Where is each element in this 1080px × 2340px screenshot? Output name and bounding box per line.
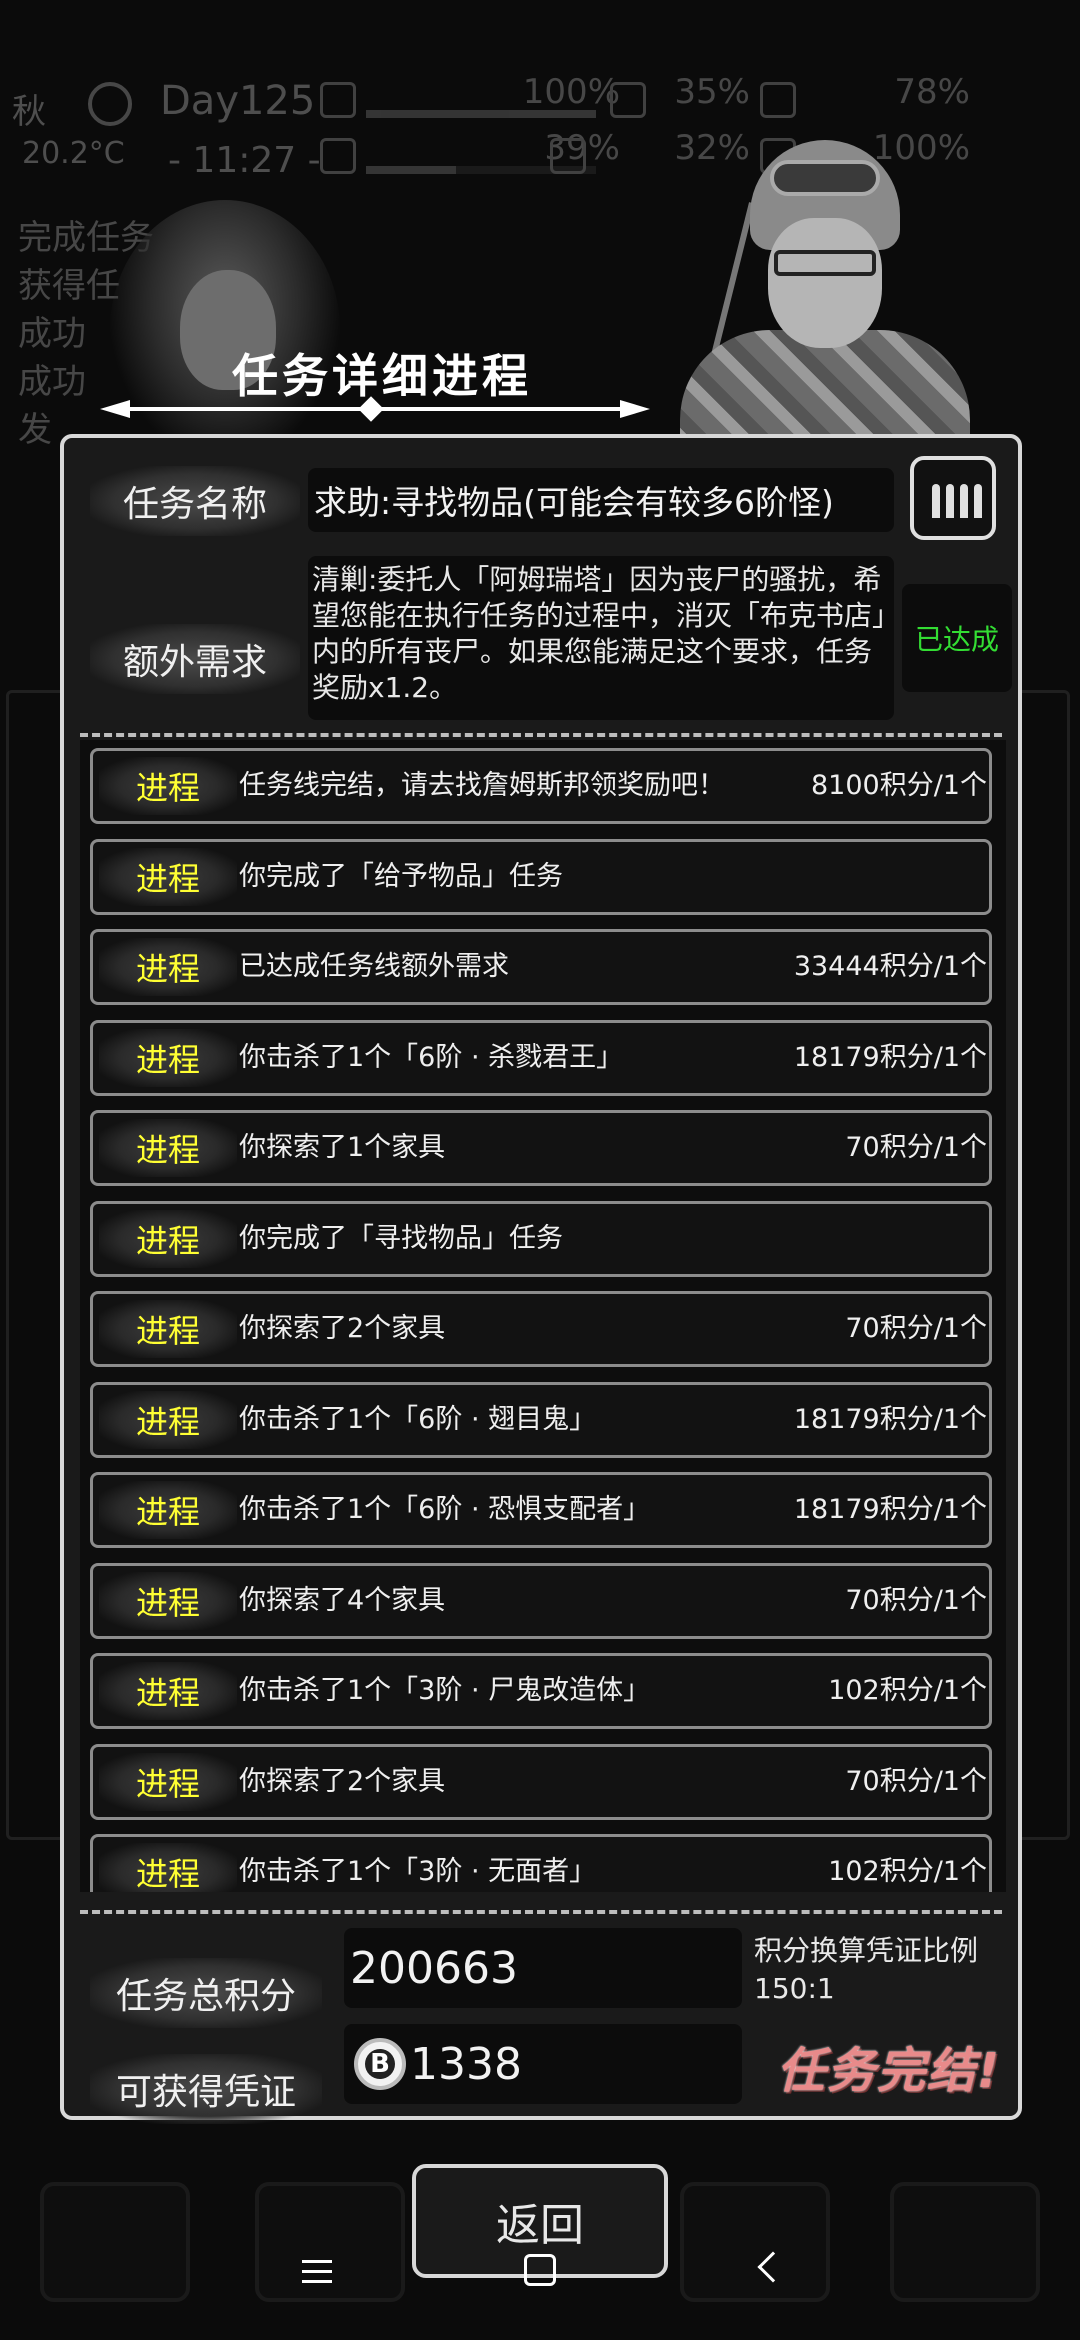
- coin-icon: B: [354, 2038, 406, 2090]
- progress-points: 70积分/1个: [845, 1765, 987, 1797]
- boot-icon: [320, 138, 356, 174]
- progress-tag: 进程: [99, 938, 237, 996]
- progress-description: 你探索了2个家具: [239, 1765, 446, 1797]
- extra-requirement-text: 清剿:委托人「阿姆瑞塔」因为丧尸的骚扰，希望您能在执行任务的过程中，消灭「布克书…: [308, 556, 894, 720]
- progress-points: 70积分/1个: [845, 1584, 987, 1616]
- stomach-icon: [610, 82, 646, 118]
- quest-name-label: 任务名称: [90, 466, 300, 536]
- progress-row: 进程 你完成了「寻找物品」任务: [90, 1200, 992, 1277]
- clock-label: - 11:27 -: [168, 140, 321, 181]
- progress-description: 你击杀了1个「6阶 · 杀戮君王」: [239, 1041, 624, 1073]
- progress-tag: 进程: [99, 1571, 237, 1630]
- progress-tag: 进程: [99, 1662, 237, 1720]
- home-icon[interactable]: [524, 2254, 556, 2286]
- divider: [80, 733, 1002, 737]
- progress-description: 你完成了「给予物品」任务: [239, 860, 563, 892]
- bg-quest-line: 成功: [18, 362, 86, 402]
- progress-points: 33444积分/1个: [793, 951, 987, 982]
- ammo-icon: [910, 456, 996, 540]
- credential-value-box: B 1338: [344, 2024, 742, 2104]
- progress-tag: 进程: [99, 1752, 237, 1811]
- total-points-label: 任务总积分: [90, 1958, 322, 2028]
- progress-tag: 进程: [99, 847, 237, 906]
- progress-points: 102积分/1个: [828, 1856, 987, 1887]
- bg-quest-line: 成功: [18, 314, 86, 354]
- stat-hunger: 35%: [610, 72, 750, 126]
- soldier-portrait: [660, 130, 990, 470]
- progress-description: 你探索了1个家具: [239, 1132, 446, 1163]
- progress-points: 8100积分/1个: [811, 770, 987, 801]
- quest-progress-dialog: 任务名称 求助:寻找物品(可能会有较多6阶怪) 额外需求 清剿:委托人「阿姆瑞塔…: [60, 434, 1022, 2124]
- system-navigation-bar: [0, 2236, 1080, 2316]
- progress-points: 70积分/1个: [845, 1132, 987, 1163]
- recent-apps-icon[interactable]: [302, 2260, 332, 2284]
- season-label: 秋: [12, 92, 46, 132]
- extra-requirement-status: 已达成: [902, 584, 1012, 692]
- credential-label: 可获得凭证: [90, 2054, 322, 2124]
- divider: [80, 1910, 1002, 1914]
- progress-row: 进程 你击杀了1个「3阶 · 无面者」 102积分/1个: [90, 1834, 992, 1892]
- progress-row: 进程 你击杀了1个「6阶 · 翅目鬼」 18179积分/1个: [90, 1381, 992, 1458]
- stat-energy: 78%: [760, 72, 970, 126]
- credential-value: 1338: [410, 2038, 522, 2090]
- progress-row: 进程 你完成了「给予物品」任务: [90, 838, 992, 915]
- progress-description: 你击杀了1个「3阶 · 尸鬼改造体」: [239, 1675, 651, 1706]
- progress-description: 已达成任务线额外需求: [239, 951, 509, 982]
- progress-row: 进程 你击杀了1个「6阶 · 恐惧支配者」 18179积分/1个: [90, 1472, 992, 1548]
- progress-row: 进程 你探索了4个家具 70积分/1个: [90, 1562, 992, 1639]
- progress-row: 进程 你探索了2个家具 70积分/1个: [90, 1291, 992, 1367]
- progress-description: 你击杀了1个「6阶 · 恐惧支配者」: [239, 1494, 651, 1525]
- quest-name-value: 求助:寻找物品(可能会有较多6阶怪): [308, 468, 894, 532]
- title-divider: [100, 396, 650, 422]
- total-points-value: 200663: [344, 1928, 742, 2008]
- progress-points: 18179积分/1个: [793, 1041, 987, 1073]
- progress-description: 你击杀了1个「3阶 · 无面者」: [239, 1856, 597, 1887]
- stat-health: 100%: [320, 72, 620, 126]
- extra-requirement-label: 额外需求: [90, 624, 300, 694]
- progress-tag: 进程: [99, 1481, 237, 1539]
- back-icon[interactable]: [757, 2251, 789, 2283]
- progress-tag: 进程: [99, 1209, 237, 1268]
- progress-tag: 进程: [99, 1119, 237, 1177]
- progress-row: 进程 你击杀了1个「3阶 · 尸鬼改造体」 102积分/1个: [90, 1653, 992, 1729]
- progress-description: 你探索了4个家具: [239, 1584, 446, 1616]
- progress-row: 进程 已达成任务线额外需求 33444积分/1个: [90, 929, 992, 1005]
- panel-title: 任务详细进程: [232, 349, 532, 403]
- progress-tag: 进程: [99, 1390, 237, 1449]
- progress-tag: 进程: [99, 1843, 237, 1892]
- conversion-ratio-value: 150:1: [754, 1972, 835, 2005]
- progress-description: 任务线完结，请去找詹姆斯邦领奖励吧！: [239, 770, 725, 801]
- client-portrait: [110, 200, 340, 460]
- temperature-label: 20.2°C: [22, 136, 125, 171]
- progress-description: 你击杀了1个「6阶 · 翅目鬼」: [239, 1403, 597, 1435]
- progress-description: 你完成了「寻找物品」任务: [239, 1222, 563, 1254]
- energy-icon: [760, 82, 796, 118]
- progress-points: 18179积分/1个: [793, 1494, 987, 1525]
- progress-description: 你探索了2个家具: [239, 1313, 446, 1344]
- progress-row: 进程 你击杀了1个「6阶 · 杀戮君王」 18179积分/1个: [90, 1019, 992, 1096]
- progress-tag: 进程: [99, 757, 237, 815]
- progress-row: 进程 你探索了1个家具 70积分/1个: [90, 1110, 992, 1186]
- bg-quest-line: 获得任: [18, 266, 120, 306]
- progress-list[interactable]: 进程 任务线完结，请去找詹姆斯邦领奖励吧！ 8100积分/1个 进程 你完成了「给予物品…: [80, 740, 1006, 1892]
- progress-tag: 进程: [99, 1300, 237, 1358]
- day-counter: Day125: [160, 78, 316, 124]
- conversion-ratio-label: 积分换算凭证比例: [754, 1934, 979, 1967]
- sun-icon: [88, 82, 132, 126]
- water-drop-icon: [550, 138, 586, 174]
- medkit-icon: [320, 82, 356, 118]
- progress-points: 70积分/1个: [845, 1313, 987, 1344]
- progress-row: 进程 你探索了2个家具 70积分/1个: [90, 1743, 992, 1820]
- progress-points: 102积分/1个: [828, 1675, 987, 1706]
- progress-points: 18179积分/1个: [793, 1403, 987, 1435]
- conversion-ratio: 积分换算凭证比例 150:1: [754, 1932, 1004, 2008]
- bg-quest-line: 发: [18, 410, 52, 450]
- progress-row: 进程 任务线完结，请去找詹姆斯邦领奖励吧！ 8100积分/1个: [90, 748, 992, 824]
- progress-tag: 进程: [99, 1028, 237, 1087]
- quest-complete-stamp: 任务完结!: [777, 2043, 1001, 2099]
